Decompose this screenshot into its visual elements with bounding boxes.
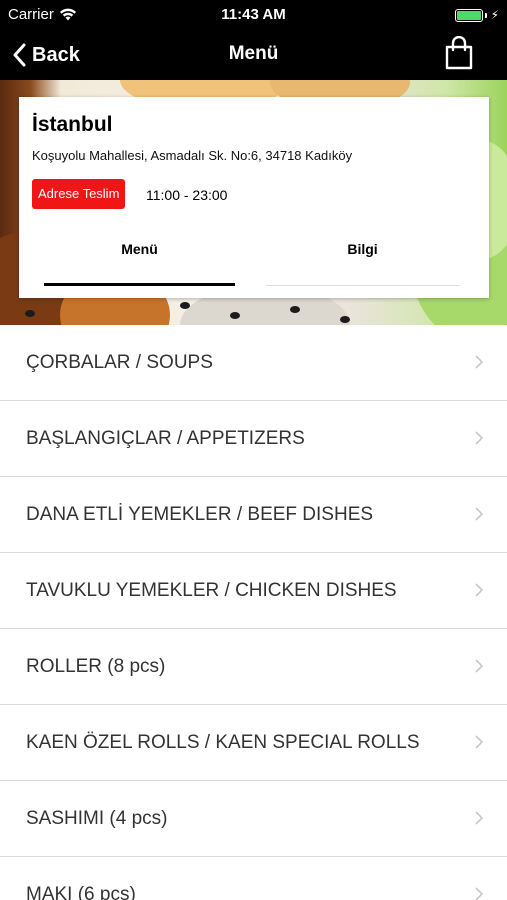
restaurant-info-card: İstanbul Koşuyolu Mahallesi, Asmadalı Sk… [19,97,489,298]
cart-button[interactable] [445,35,473,75]
tab-menu-label: Menü [121,241,158,257]
chevron-right-icon [475,735,483,749]
list-item-maki[interactable]: MAKI (6 pcs) [0,857,507,900]
list-item-label: DANA ETLİ YEMEKLER / BEEF DISHES [26,503,374,525]
tab-menu[interactable]: Menü [44,237,235,287]
status-bar: Carrier 11:43 AM ⚡ [0,0,507,30]
chevron-right-icon [475,659,483,673]
list-item-soups[interactable]: ÇORBALAR / SOUPS [0,325,507,401]
chevron-right-icon [475,355,483,369]
battery-indicator: ⚡ [454,8,499,22]
opening-hours: 11:00 - 23:00 [146,187,228,203]
battery-fill [456,10,481,20]
page-title: Menü [228,43,279,64]
tab-info-label: Bilgi [347,241,378,257]
tab-info-divider [266,285,459,286]
list-item-label: ÇORBALAR / SOUPS [26,351,213,373]
chevron-right-icon [475,431,483,445]
shopping-bag-icon [445,35,473,70]
list-item-beef-dishes[interactable]: DANA ETLİ YEMEKLER / BEEF DISHES [0,477,507,553]
menu-category-list: ÇORBALAR / SOUPS BAŞLANGIÇLAR / APPETIZE… [0,325,507,900]
charging-bolt-icon: ⚡ [490,8,499,22]
chevron-right-icon [475,887,483,900]
tab-menu-selected-indicator [44,283,235,286]
restaurant-address: Koşuyolu Mahallesi, Asmadalı Sk. No:6, 3… [32,148,353,163]
list-item-label: MAKI (6 pcs) [26,883,136,900]
list-item-label: SASHIMI (4 pcs) [26,807,168,829]
list-item-special-rolls[interactable]: KAEN ÖZEL ROLLS / KAEN SPECIAL ROLLS [0,705,507,781]
list-item-rolls[interactable]: ROLLER (8 pcs) [0,629,507,705]
list-item-label: ROLLER (8 pcs) [26,655,166,677]
battery-icon [454,8,483,22]
list-item-label: KAEN ÖZEL ROLLS / KAEN SPECIAL ROLLS [26,731,420,753]
delivery-badge: Adrese Teslim [32,179,126,209]
tab-info[interactable]: Bilgi [266,237,459,287]
chevron-right-icon [475,583,483,597]
list-item-sashimi[interactable]: SASHIMI (4 pcs) [0,781,507,857]
restaurant-city: İstanbul [32,113,113,136]
list-item-label: BAŞLANGIÇLAR / APPETIZERS [26,427,305,449]
navigation-bar: Back Menü [0,30,507,80]
chevron-right-icon [475,811,483,825]
list-item-label: TAVUKLU YEMEKLER / CHICKEN DISHES [26,579,397,601]
list-item-appetizers[interactable]: BAŞLANGIÇLAR / APPETIZERS [0,401,507,477]
list-item-chicken-dishes[interactable]: TAVUKLU YEMEKLER / CHICKEN DISHES [0,553,507,629]
status-time: 11:43 AM [221,6,286,23]
chevron-right-icon [475,507,483,521]
